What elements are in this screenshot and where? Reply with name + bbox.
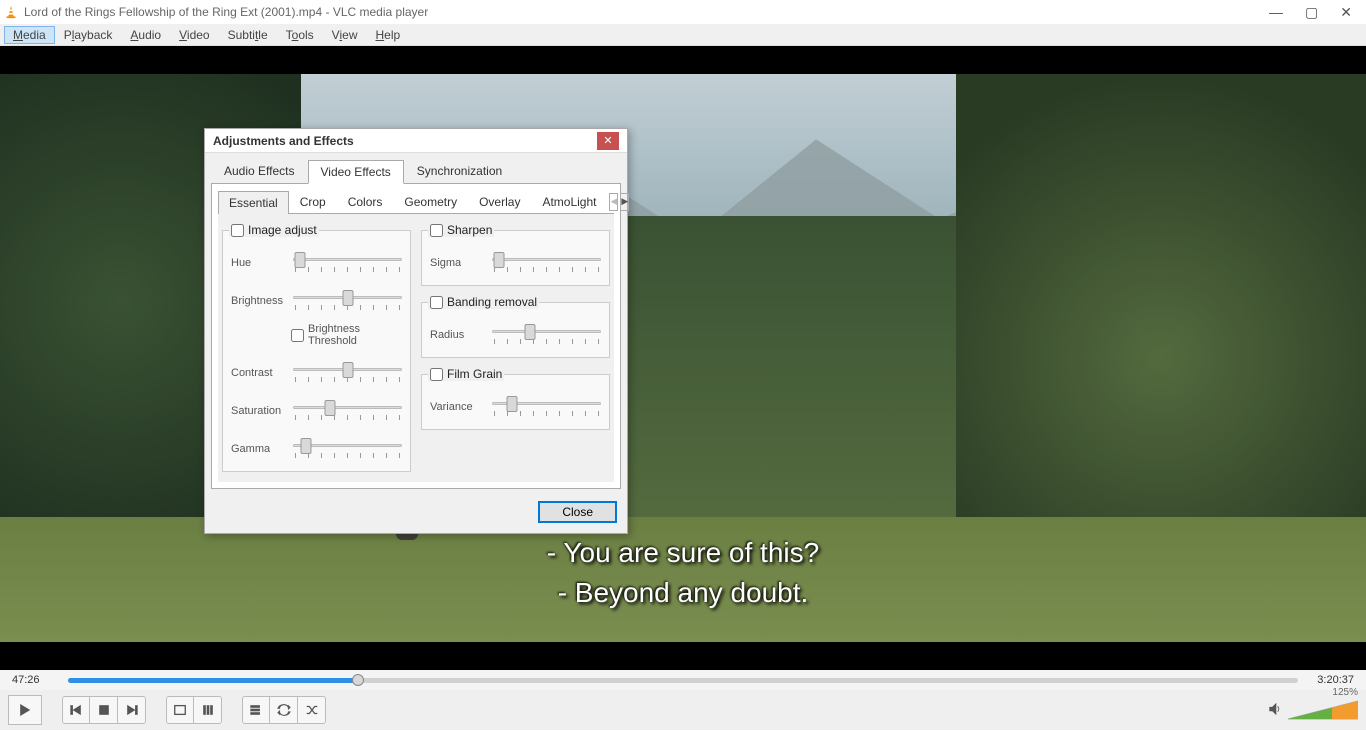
video-area[interactable]: - You are sure of this? - Beyond any dou… <box>0 46 1366 670</box>
label-radius: Radius <box>430 329 486 341</box>
extended-settings-button[interactable] <box>194 696 222 724</box>
subtitle-line-1: - You are sure of this? <box>0 534 1366 572</box>
group-banding-removal: Banding removal Radius <box>421 302 610 358</box>
letterbox-bottom <box>0 642 1366 670</box>
close-window-button[interactable]: ✕ <box>1340 4 1352 21</box>
label-gamma: Gamma <box>231 443 287 455</box>
window-title: Lord of the Rings Fellowship of the Ring… <box>24 5 1269 19</box>
subtab-atmolight[interactable]: AtmoLight <box>531 190 607 213</box>
slider-contrast[interactable] <box>293 361 402 385</box>
subtab-overlay[interactable]: Overlay <box>468 190 531 213</box>
subtab-scroll-left[interactable]: ◀ <box>609 193 618 211</box>
tab-video-effects[interactable]: Video Effects <box>308 160 404 184</box>
stop-button[interactable] <box>90 696 118 724</box>
subtitle-line-2: - Beyond any doubt. <box>0 574 1366 612</box>
time-total[interactable]: 3:20:37 <box>1308 674 1354 686</box>
label-contrast: Contrast <box>231 367 287 379</box>
dialog-close-footer-button[interactable]: Close <box>538 501 617 523</box>
menu-media[interactable]: Media <box>4 26 55 44</box>
tab-synchronization[interactable]: Synchronization <box>404 159 515 183</box>
menubar: Media Playback Audio Video Subtitle Tool… <box>0 24 1366 46</box>
seek-row: 47:26 3:20:37 <box>0 670 1366 690</box>
menu-tools[interactable]: Tools <box>277 26 323 44</box>
maximize-button[interactable]: ▢ <box>1305 4 1318 21</box>
tab-audio-effects[interactable]: Audio Effects <box>211 159 308 183</box>
slider-saturation[interactable] <box>293 399 402 423</box>
checkbox-image-adjust[interactable]: Image adjust <box>229 223 319 237</box>
adjustments-effects-dialog: Adjustments and Effects ✕ Audio Effects … <box>204 128 628 534</box>
subtab-colors[interactable]: Colors <box>337 190 394 213</box>
shuffle-button[interactable] <box>298 696 326 724</box>
menu-audio[interactable]: Audio <box>121 26 170 44</box>
slider-sigma[interactable] <box>492 251 601 275</box>
letterbox-top <box>0 46 1366 74</box>
group-film-grain: Film Grain Variance <box>421 374 610 430</box>
time-elapsed[interactable]: 47:26 <box>12 674 58 686</box>
minimize-button[interactable]: — <box>1269 4 1283 21</box>
speaker-icon[interactable] <box>1268 702 1282 719</box>
slider-variance[interactable] <box>492 395 601 419</box>
volume-percent: 125% <box>1332 687 1358 698</box>
control-bar: 125% <box>0 690 1366 730</box>
play-button[interactable] <box>8 695 42 725</box>
vlc-cone-icon <box>4 5 18 19</box>
slider-brightness[interactable] <box>293 289 402 313</box>
playlist-button[interactable] <box>242 696 270 724</box>
checkbox-sharpen[interactable]: Sharpen <box>428 223 494 237</box>
next-button[interactable] <box>118 696 146 724</box>
label-brightness: Brightness <box>231 295 287 307</box>
checkbox-banding-removal[interactable]: Banding removal <box>428 295 539 309</box>
label-variance: Variance <box>430 401 486 413</box>
seek-bar[interactable] <box>68 675 1298 685</box>
group-sharpen: Sharpen Sigma <box>421 230 610 286</box>
loop-button[interactable] <box>270 696 298 724</box>
subtab-crop[interactable]: Crop <box>289 190 337 213</box>
previous-button[interactable] <box>62 696 90 724</box>
slider-hue[interactable] <box>293 251 402 275</box>
fullscreen-button[interactable] <box>166 696 194 724</box>
menu-subtitle[interactable]: Subtitle <box>219 26 277 44</box>
checkbox-film-grain[interactable]: Film Grain <box>428 367 504 381</box>
titlebar: Lord of the Rings Fellowship of the Ring… <box>0 0 1366 24</box>
dialog-close-button[interactable]: ✕ <box>597 132 619 150</box>
label-saturation: Saturation <box>231 405 287 417</box>
subtab-scroll-right[interactable]: ▶ <box>620 193 629 211</box>
menu-view[interactable]: View <box>323 26 367 44</box>
volume-slider[interactable]: 125% <box>1288 699 1358 721</box>
checkbox-brightness-threshold[interactable]: Brightness Threshold <box>291 323 402 347</box>
label-hue: Hue <box>231 257 287 269</box>
menu-video[interactable]: Video <box>170 26 218 44</box>
menu-playback[interactable]: Playback <box>55 26 122 44</box>
group-image-adjust: Image adjust Hue Brightness Brightness T… <box>222 230 411 472</box>
subtab-geometry[interactable]: Geometry <box>393 190 468 213</box>
menu-help[interactable]: Help <box>366 26 409 44</box>
dialog-title: Adjustments and Effects <box>213 134 597 148</box>
slider-radius[interactable] <box>492 323 601 347</box>
slider-gamma[interactable] <box>293 437 402 461</box>
label-sigma: Sigma <box>430 257 486 269</box>
subtab-essential[interactable]: Essential <box>218 191 289 214</box>
